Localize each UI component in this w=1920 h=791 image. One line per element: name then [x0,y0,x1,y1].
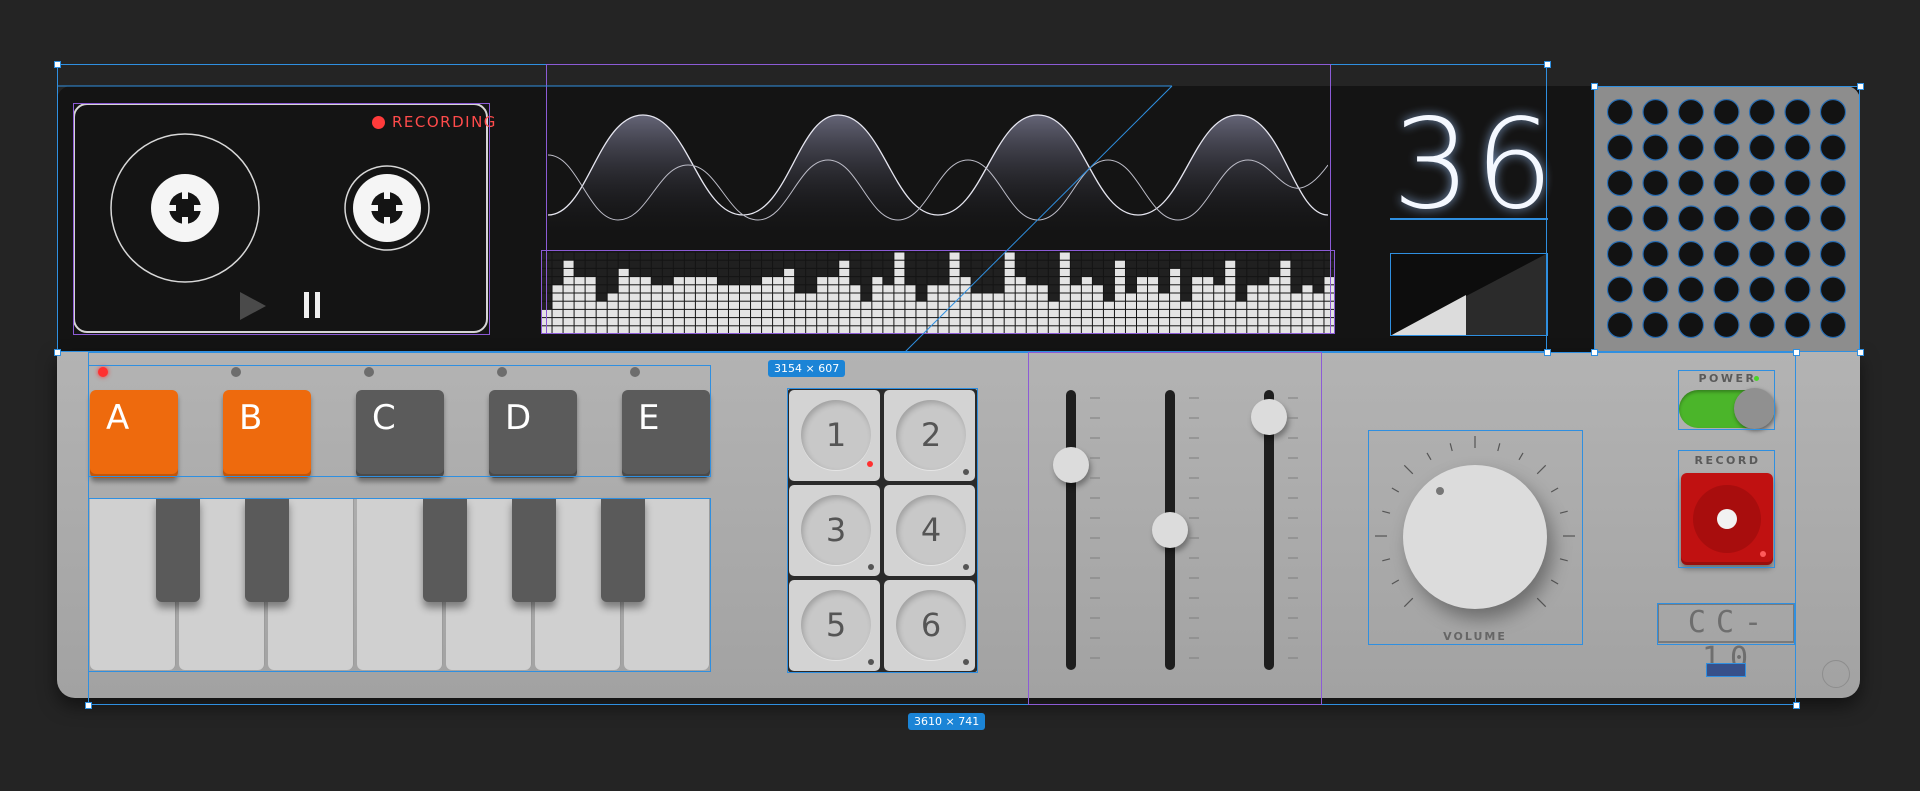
resize-handle[interactable] [1793,349,1800,356]
resize-handle[interactable] [54,61,61,68]
resize-handle[interactable] [1591,349,1598,356]
guide-diagonals [57,85,1173,353]
faders-guide [1028,352,1322,705]
resize-handle[interactable] [85,702,92,709]
resize-handle[interactable] [1857,83,1864,90]
resize-handle[interactable] [1793,702,1800,709]
speaker-guide [1594,86,1860,352]
corner-screw [1822,660,1850,688]
model-guide [1657,603,1795,645]
resize-handle[interactable] [1591,83,1598,90]
resize-handle[interactable] [1544,349,1551,356]
resize-handle[interactable] [1857,349,1864,356]
power-guide [1678,370,1775,430]
drum-pad-guide [787,388,978,673]
volume-guide [1368,430,1583,645]
resize-handle[interactable] [1544,61,1551,68]
inner-dimension-badge: 3154 × 607 [768,360,846,377]
vent-guide [1706,663,1746,677]
outer-dimension-badge: 3610 × 741 [908,713,986,730]
record-guide [1678,450,1775,568]
resize-handle[interactable] [54,349,61,356]
